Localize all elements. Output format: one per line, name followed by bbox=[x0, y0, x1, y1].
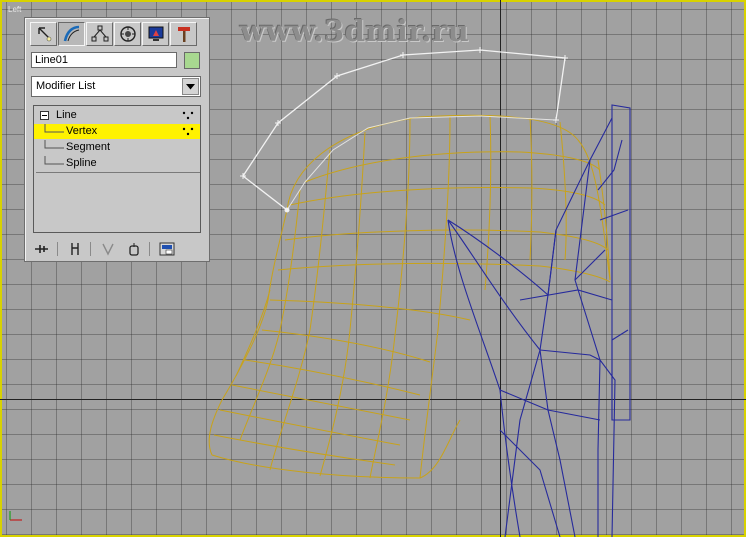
remove-modifier-icon bbox=[129, 243, 139, 256]
configure-modifier-sets-icon bbox=[159, 242, 175, 256]
tab-hierarchy[interactable] bbox=[86, 22, 113, 46]
object-name-input[interactable]: Line01 bbox=[31, 52, 177, 68]
modifier-list-label: Modifier List bbox=[36, 80, 96, 92]
make-unique-button[interactable] bbox=[97, 240, 119, 258]
stack-item-vertex[interactable]: Vertex bbox=[34, 124, 200, 139]
tab-modify[interactable] bbox=[58, 22, 85, 46]
tree-branch-icon bbox=[44, 124, 64, 133]
stack-item-label: Spline bbox=[66, 157, 97, 169]
show-end-result-icon bbox=[71, 243, 79, 255]
motion-icon bbox=[119, 26, 136, 42]
command-panel-tabs bbox=[30, 22, 197, 46]
collapse-icon[interactable] bbox=[40, 111, 50, 121]
axis-gizmo-icon bbox=[9, 511, 22, 521]
pin-stack-button[interactable] bbox=[31, 240, 53, 258]
make-unique-icon bbox=[102, 243, 114, 256]
stack-item-label: Line bbox=[56, 109, 77, 121]
toolbar-divider bbox=[90, 242, 91, 256]
create-icon bbox=[37, 27, 51, 42]
modify-icon bbox=[63, 25, 79, 42]
stack-toolbar bbox=[31, 240, 203, 258]
chevron-down-icon[interactable] bbox=[182, 78, 199, 95]
hierarchy-icon bbox=[91, 25, 108, 42]
yellow-mesh bbox=[208, 114, 611, 479]
pin-icon bbox=[35, 245, 48, 253]
tree-branch-icon bbox=[44, 156, 64, 165]
stack-item-line[interactable]: Line bbox=[34, 108, 200, 123]
subobject-dots-icon bbox=[182, 111, 194, 120]
blue-mesh bbox=[447, 104, 631, 537]
remove-modifier-button[interactable] bbox=[123, 240, 145, 258]
toolbar-divider bbox=[57, 242, 58, 256]
tab-motion[interactable] bbox=[114, 22, 141, 46]
stack-item-label: Segment bbox=[66, 141, 111, 153]
display-icon bbox=[148, 26, 163, 41]
modifier-stack: Line Vertex Segment Spline bbox=[33, 105, 201, 233]
modifier-list-dropdown[interactable]: Modifier List bbox=[31, 76, 201, 97]
stack-item-segment[interactable]: Segment bbox=[34, 140, 200, 155]
tab-create[interactable] bbox=[30, 22, 57, 46]
subobject-dots-icon bbox=[182, 127, 194, 136]
stack-item-label: Vertex bbox=[66, 125, 98, 137]
stack-item-spline[interactable]: Spline bbox=[34, 156, 200, 171]
stack-divider bbox=[36, 172, 200, 173]
object-color-swatch[interactable] bbox=[184, 52, 200, 69]
toolbar-divider bbox=[149, 242, 150, 256]
utilities-icon bbox=[177, 27, 190, 42]
command-panel: Line01 Modifier List Line Vertex Segment… bbox=[24, 17, 210, 262]
tree-branch-icon bbox=[44, 140, 64, 149]
show-end-result-button[interactable] bbox=[64, 240, 86, 258]
tab-display[interactable] bbox=[142, 22, 169, 46]
configure-modifier-sets-button[interactable] bbox=[156, 240, 178, 258]
tab-utilities[interactable] bbox=[170, 22, 197, 46]
